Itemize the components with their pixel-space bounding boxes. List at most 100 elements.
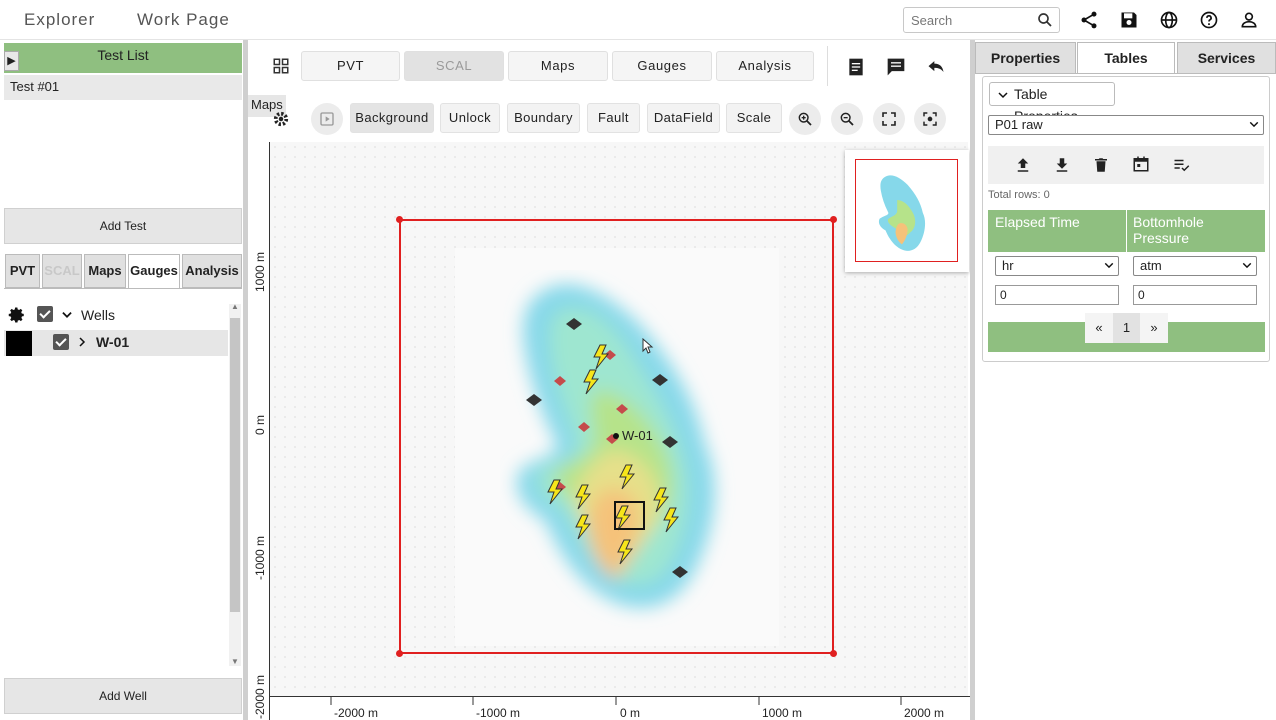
ruler-label: -2000 m <box>253 674 267 719</box>
collapse-panel-button[interactable]: ▶ <box>4 51 19 71</box>
scale-button[interactable]: Scale <box>726 103 782 133</box>
table-actions-toolbar <box>988 146 1264 184</box>
test-list-item[interactable]: Test #01 <box>4 75 242 100</box>
ruler-vertical: 1000 m 0 m -1000 m -2000 m <box>248 142 270 720</box>
module-pvt-button[interactable]: PVT <box>301 51 400 81</box>
well-markers[interactable] <box>520 310 700 590</box>
help-icon[interactable] <box>1199 10 1219 30</box>
pagination-next[interactable]: » <box>1140 313 1168 343</box>
tab-gauges[interactable]: Gauges <box>128 254 180 289</box>
boundary-vertex[interactable] <box>396 216 403 223</box>
zoom-in-button[interactable] <box>789 103 821 135</box>
column-header-bottomhole-pressure[interactable]: Bottomhole Pressure <box>1133 214 1253 246</box>
module-maps-button[interactable]: Maps <box>508 51 608 81</box>
nav-explorer[interactable]: Explorer <box>24 10 95 30</box>
chevron-down-icon <box>1104 262 1114 269</box>
chevron-down-icon <box>1242 262 1252 269</box>
datafield-button[interactable]: DataField <box>647 103 720 133</box>
tab-pvt[interactable]: PVT <box>5 254 40 288</box>
scroll-up-icon[interactable]: ▲ <box>231 302 239 311</box>
chevron-down-icon <box>998 92 1008 99</box>
save-icon[interactable] <box>1119 10 1139 30</box>
fit-view-button[interactable] <box>873 103 905 135</box>
tab-scal[interactable]: SCAL <box>42 254 82 288</box>
wells-group-row[interactable]: Wells <box>4 303 228 329</box>
ruler-label: -1000 m <box>476 706 521 720</box>
pagination-prev[interactable]: « <box>1085 313 1113 343</box>
settings-icon[interactable] <box>272 110 290 128</box>
well-checkbox[interactable] <box>53 334 69 350</box>
cursor-icon <box>642 338 654 354</box>
top-bar: Explorer Work Page Search <box>0 0 1276 40</box>
unit-select-pressure[interactable]: atm <box>1133 256 1257 276</box>
undo-icon[interactable] <box>926 57 946 77</box>
toolbar-divider <box>827 46 828 86</box>
zoom-out-button[interactable] <box>831 103 863 135</box>
tab-services[interactable]: Services <box>1177 42 1276 74</box>
minimap-contour <box>878 175 926 251</box>
ruler-label: -2000 m <box>334 706 379 720</box>
filter-input-time[interactable]: 0 <box>995 285 1119 305</box>
total-rows: Total rows: 0 <box>988 189 1050 201</box>
well-map-label: W-01 <box>622 428 653 443</box>
globe-icon[interactable] <box>1159 10 1179 30</box>
module-analysis-button[interactable]: Analysis <box>716 51 814 81</box>
background-button[interactable]: Background <box>350 103 434 133</box>
tab-properties[interactable]: Properties <box>975 42 1076 74</box>
fault-button[interactable]: Fault <box>587 103 640 133</box>
ruler-label: 0 m <box>253 414 267 435</box>
add-test-button[interactable]: Add Test <box>4 208 242 244</box>
comment-icon[interactable] <box>886 57 906 77</box>
search-placeholder: Search <box>911 13 953 28</box>
scroll-down-icon[interactable]: ▼ <box>231 657 239 666</box>
filter-input-pressure[interactable]: 0 <box>1133 285 1257 305</box>
unit-select-time[interactable]: hr <box>995 256 1119 276</box>
focus-icon <box>923 112 937 126</box>
dataset-select[interactable]: P01 raw <box>988 115 1264 135</box>
delete-icon[interactable] <box>1092 156 1110 174</box>
module-scal-button[interactable]: SCAL <box>404 51 504 81</box>
wells-checkbox[interactable] <box>37 306 53 322</box>
center-view-button[interactable] <box>914 103 946 135</box>
ruler-label: 1000 m <box>253 251 267 292</box>
tab-maps[interactable]: Maps <box>84 254 126 288</box>
well-color-swatch[interactable] <box>6 331 32 356</box>
tab-divider <box>975 73 1276 74</box>
document-icon[interactable] <box>846 57 866 77</box>
column-header-elapsed-time[interactable]: Elapsed Time <box>995 214 1080 230</box>
ruler-label: 2000 m <box>904 706 945 720</box>
search-icon[interactable] <box>1036 11 1054 29</box>
well-label: W-01 <box>96 334 130 350</box>
left-scrollbar[interactable]: ▲ ▼ <box>229 302 241 666</box>
grid-icon[interactable] <box>272 57 290 75</box>
unlock-button[interactable]: Unlock <box>440 103 500 133</box>
calendar-icon[interactable] <box>1132 155 1150 173</box>
unit-time-value: hr <box>1002 258 1014 273</box>
checklist-icon[interactable] <box>1172 156 1192 174</box>
well-row[interactable]: W-01 <box>4 330 228 356</box>
upload-icon[interactable] <box>1014 156 1032 174</box>
module-gauges-button[interactable]: Gauges <box>612 51 712 81</box>
account-icon[interactable] <box>1239 10 1259 30</box>
nav-work-page[interactable]: Work Page <box>137 10 230 30</box>
scrollbar-thumb[interactable] <box>230 318 240 612</box>
boundary-vertex[interactable] <box>830 216 837 223</box>
pagination-page[interactable]: 1 <box>1113 313 1140 343</box>
boundary-button[interactable]: Boundary <box>507 103 580 133</box>
chevron-right-icon[interactable] <box>76 336 88 348</box>
boundary-vertex[interactable] <box>396 650 403 657</box>
gear-icon[interactable] <box>8 306 26 324</box>
share-icon[interactable] <box>1079 10 1099 30</box>
tab-analysis[interactable]: Analysis <box>182 254 242 288</box>
download-icon[interactable] <box>1053 156 1071 174</box>
tab-tables[interactable]: Tables <box>1077 42 1175 74</box>
minimap[interactable] <box>845 150 969 272</box>
play-button[interactable] <box>311 103 343 135</box>
unit-pressure-value: atm <box>1140 258 1162 273</box>
search-input[interactable]: Search <box>903 7 1060 33</box>
add-well-button[interactable]: Add Well <box>4 678 242 714</box>
table-properties-toggle[interactable]: Table Properties <box>989 82 1115 124</box>
boundary-vertex[interactable] <box>830 650 837 657</box>
ruler-ticks-h <box>330 697 902 705</box>
chevron-down-icon[interactable] <box>60 308 74 322</box>
